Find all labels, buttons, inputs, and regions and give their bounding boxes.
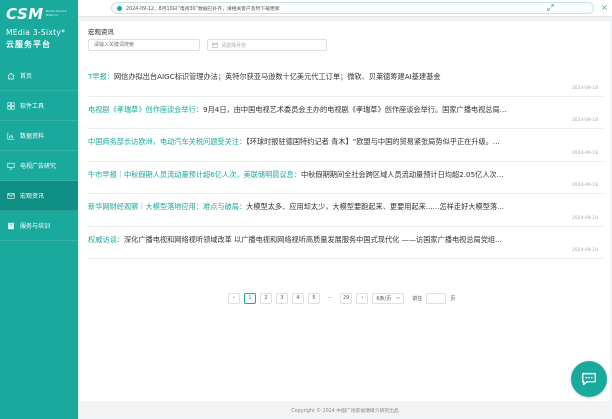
chat-icon [581,372,597,386]
expand-icon[interactable] [547,4,554,11]
page-button-3[interactable]: 3 [276,292,288,304]
news-tag: 电视剧《孝瑞草》创作座谈会举行： [88,104,204,114]
sidebar-item-service-training[interactable]: 服务与培训 [0,211,78,241]
sidebar-item-label: 宏观资讯 [20,193,45,200]
news-tag: T早报： [88,72,114,81]
notice-text: 2024-09-12，8月10日“电视30”数据已补齐，请相关客户及时下载更新 [126,6,280,12]
brand: CSM Media Service Platform MEdia 3-Sixty… [0,0,78,58]
page-button-1[interactable]: 1 [244,292,256,304]
news-title[interactable]: 9月4日，由中国电视艺术委员会主办的电视剧《孝瑞草》创作座谈会举行。国家广播电视… [203,105,507,114]
sidebar-item-label: 服务与培训 [20,223,51,230]
chat-button[interactable] [571,361,607,397]
news-tag: 新华网财经观察｜大模型落地应用：难点与破局： [88,202,247,211]
goto-page-input[interactable] [426,292,447,304]
news-tag: 中国商务部长访欧洲，电动汽车关税问题受关注： [88,137,247,146]
chevron-down-icon [396,297,401,300]
sidebar-item-label: 软件工具 [20,103,45,110]
news-item[interactable]: 牛市早报｜中秋假期人员流动量预计超6亿人次，美联储明晨议息：中秋假期期间全社会跨… [88,162,604,194]
home-icon [7,72,15,80]
news-tag: 牛市早报｜中秋假期人员流动量预计超6亿人次，美联储明晨议息： [88,169,302,179]
sidebar-item-home[interactable]: 首页 [0,61,78,91]
page-button-last[interactable]: 29 [340,292,353,304]
news-date: 2024-09-18 [571,150,598,156]
news-date: 2024-09-18 [571,85,598,91]
news-item[interactable]: 新华网财经观察｜大模型落地应用：难点与破局：大模型太多、应用却太少，大模型要跑起… [88,194,604,227]
prev-page-button[interactable]: ‹ [228,292,240,304]
news-date: 2024-09-18 [571,118,598,123]
next-page-button[interactable]: › [356,292,369,304]
news-date: 2024-09-18 [571,183,598,188]
news-item[interactable]: T早报：网信办拟出台AIGC标识管理办法；英特尔获亚马逊数十亿美元代工订单；微软… [88,64,604,97]
close-icon[interactable] [601,4,608,11]
goto-page-unit: 页 [450,295,456,302]
news-date: 2024-09-18 [571,248,598,253]
sidebar-item-label: 首页 [20,73,33,80]
monitor-icon [7,162,15,170]
sidebar-item-label: 电视广告研究 [20,163,57,170]
main-panel: 宏观资讯 请选择月份 T早报：网信办拟出台AIGC标识管理办法；英特尔获亚马逊数… [80,21,610,401]
news-item[interactable]: 权威访谈：深化广播电视和网络视听领域改革 以广播电视和网络视听高质量发展服务中国… [88,227,604,259]
news-title[interactable]: 网信办拟出台AIGC标识管理办法；英特尔获亚马逊数十亿美元代工订单；微软、贝莱德… [114,72,441,81]
top-bar: 2024-09-12，8月10日“电视30”数据已补齐，请相关客户及时下载更新 [78,0,612,17]
chart-icon [7,132,15,140]
logo: CSM Media Service Platform [6,6,72,22]
goto-label: 前往 [412,295,423,302]
grid-icon [7,101,15,110]
news-date: 2024-09-18 [571,215,598,221]
sidebar: CSM Media Service Platform MEdia 3-Sixty… [0,0,78,419]
page-size-value: 6条/页 [376,295,392,302]
footer-copyright: Copyright © 2024 中国广视索福瑞媒介研究出品 [291,409,399,414]
news-title[interactable]: 大模型太多、应用却太少，大模型要跑起来、更要用起来......怎样走好大模型落.… [246,202,504,211]
month-picker-placeholder: 请选择月份 [221,42,247,49]
page-size-select[interactable]: 6条/页 [372,292,405,304]
sidebar-item-tv-ad-research[interactable]: 电视广告研究 [0,151,78,181]
sidebar-nav: 首页 软件工具 数据资料 电视广告研究 宏观资讯 服务与培训 [0,61,78,241]
page-button-2[interactable]: 2 [260,292,272,304]
sidebar-item-data[interactable]: 数据资料 [0,121,78,151]
month-picker[interactable]: 请选择月份 [207,39,327,51]
page-button-4[interactable]: 4 [292,292,304,304]
news-item[interactable]: 中国商务部长访欧洲，电动汽车关税问题受关注：【环球时报驻德国特约记者 青木】“欧… [88,129,604,162]
news-title[interactable]: 中秋假期期间全社会跨区域人员流动量预计日均超2.05亿人次... [301,170,504,179]
sidebar-item-macro-news[interactable]: 宏观资讯 [0,181,78,211]
page-title: 宏观资讯 [88,28,114,36]
news-title[interactable]: 【环球时报驻德国特约记者 青木】“欧盟与中国的贸易紧张局势似乎正在升级。... [246,137,500,146]
pagination: ‹ 1 2 3 4 5 ··· 29 › 6条/页 前往 页 [228,292,455,304]
news-list: T早报：网信办拟出台AIGC标识管理办法；英特尔获亚马逊数十亿美元代工订单；微软… [88,64,604,259]
logo-text: CSM [6,5,44,23]
page-ellipsis[interactable]: ··· [324,292,336,304]
news-item[interactable]: 电视剧《孝瑞草》创作座谈会举行：9月4日，由中国电视艺术委员会主办的电视剧《孝瑞… [88,97,604,129]
mail-icon [7,192,15,200]
logo-subtext: Media Service Platform [45,9,67,17]
sidebar-item-software-tools[interactable]: 软件工具 [0,91,78,121]
notice-banner[interactable]: 2024-09-12，8月10日“电视30”数据已补齐，请相关客户及时下载更新 [111,2,594,14]
page-button-5[interactable]: 5 [308,292,320,304]
book-icon [7,222,15,230]
search-input[interactable] [88,39,200,51]
brand-tagline: MEdia 3-Sixty* [6,28,66,37]
news-title[interactable]: 深化广播电视和网络视听领域改革 以广播电视和网络视听高质量发展服务中国式现代化 … [124,235,502,244]
news-tag: 权威访谈： [88,234,124,244]
notice-dot-icon [117,5,122,11]
sidebar-item-label: 数据资料 [20,133,45,140]
brand-platform-name: 云服务平台 [6,40,51,49]
calendar-icon [212,42,218,48]
